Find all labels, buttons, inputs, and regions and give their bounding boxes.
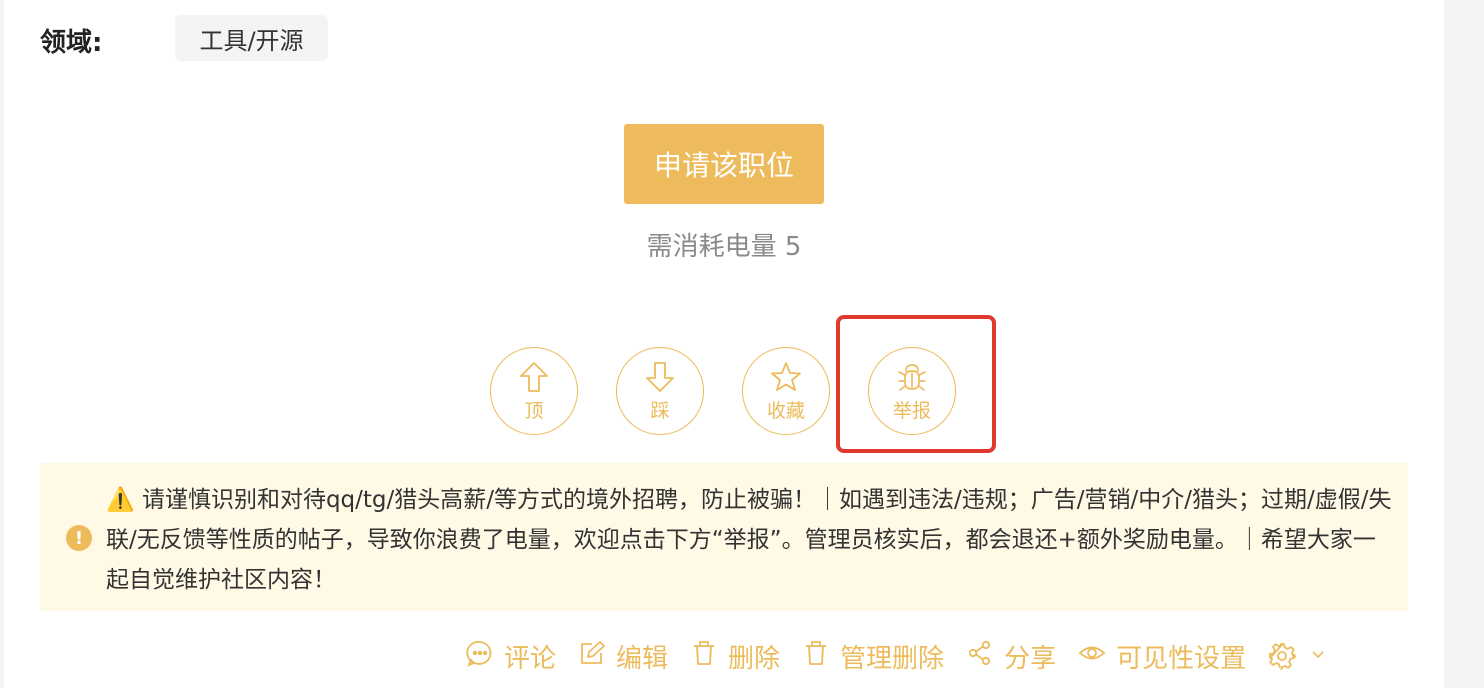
admin-delete-label: 管理删除: [840, 643, 945, 674]
upvote-label: 顶: [524, 400, 544, 422]
share-label: 分享: [1004, 643, 1057, 674]
field-label: 领域:: [40, 28, 103, 58]
visibility-label: 可见性设置: [1116, 643, 1247, 674]
trash-icon: [690, 639, 728, 674]
delete-button[interactable]: 删除: [690, 638, 780, 675]
share-button[interactable]: 分享: [966, 638, 1056, 675]
info-icon: !: [66, 525, 92, 551]
notice-text: ⚠️ 请谨慎识别和对待qq/tg/猎头高薪/等方式的境外招聘，防止被骗！｜如遇到…: [106, 480, 1396, 600]
cost-text: 需消耗电量 5: [646, 232, 802, 262]
eye-icon: [1078, 639, 1116, 674]
comment-icon: [466, 639, 504, 674]
comment-button[interactable]: 评论: [466, 638, 556, 675]
edit-label: 编辑: [616, 643, 669, 674]
arrow-up-icon: [517, 360, 551, 398]
favorite-button[interactable]: 收藏: [742, 347, 830, 435]
trash-icon: [802, 639, 840, 674]
left-edge: [0, 0, 4, 688]
right-gutter: [1444, 0, 1484, 688]
comment-label: 评论: [504, 643, 557, 674]
arrow-down-icon: [643, 360, 677, 398]
downvote-label: 踩: [650, 400, 670, 422]
share-icon: [966, 639, 1004, 674]
edit-button[interactable]: 编辑: [578, 638, 668, 675]
upvote-button[interactable]: 顶: [490, 347, 578, 435]
star-icon: [769, 360, 803, 398]
notice-message: 请谨慎识别和对待qq/tg/猎头高薪/等方式的境外招聘，防止被骗！｜如遇到违法/…: [106, 487, 1392, 593]
warning-icon: ⚠️: [106, 487, 135, 513]
domain-tag[interactable]: 工具/开源: [175, 15, 328, 61]
edit-icon: [578, 639, 616, 674]
admin-delete-button[interactable]: 管理删除: [802, 638, 944, 675]
report-highlight-box: [836, 315, 996, 453]
apply-button[interactable]: 申请该职位: [624, 124, 824, 204]
visibility-settings-button[interactable]: 可见性设置: [1078, 638, 1246, 675]
favorite-label: 收藏: [766, 400, 805, 422]
downvote-button[interactable]: 踩: [616, 347, 704, 435]
delete-label: 删除: [728, 643, 781, 674]
gear-icon[interactable]: [1268, 642, 1297, 670]
post-toolbar: 评论 编辑 删除 管理删除 分享 可见性设置: [466, 634, 1326, 678]
chevron-down-icon[interactable]: [1310, 646, 1326, 666]
